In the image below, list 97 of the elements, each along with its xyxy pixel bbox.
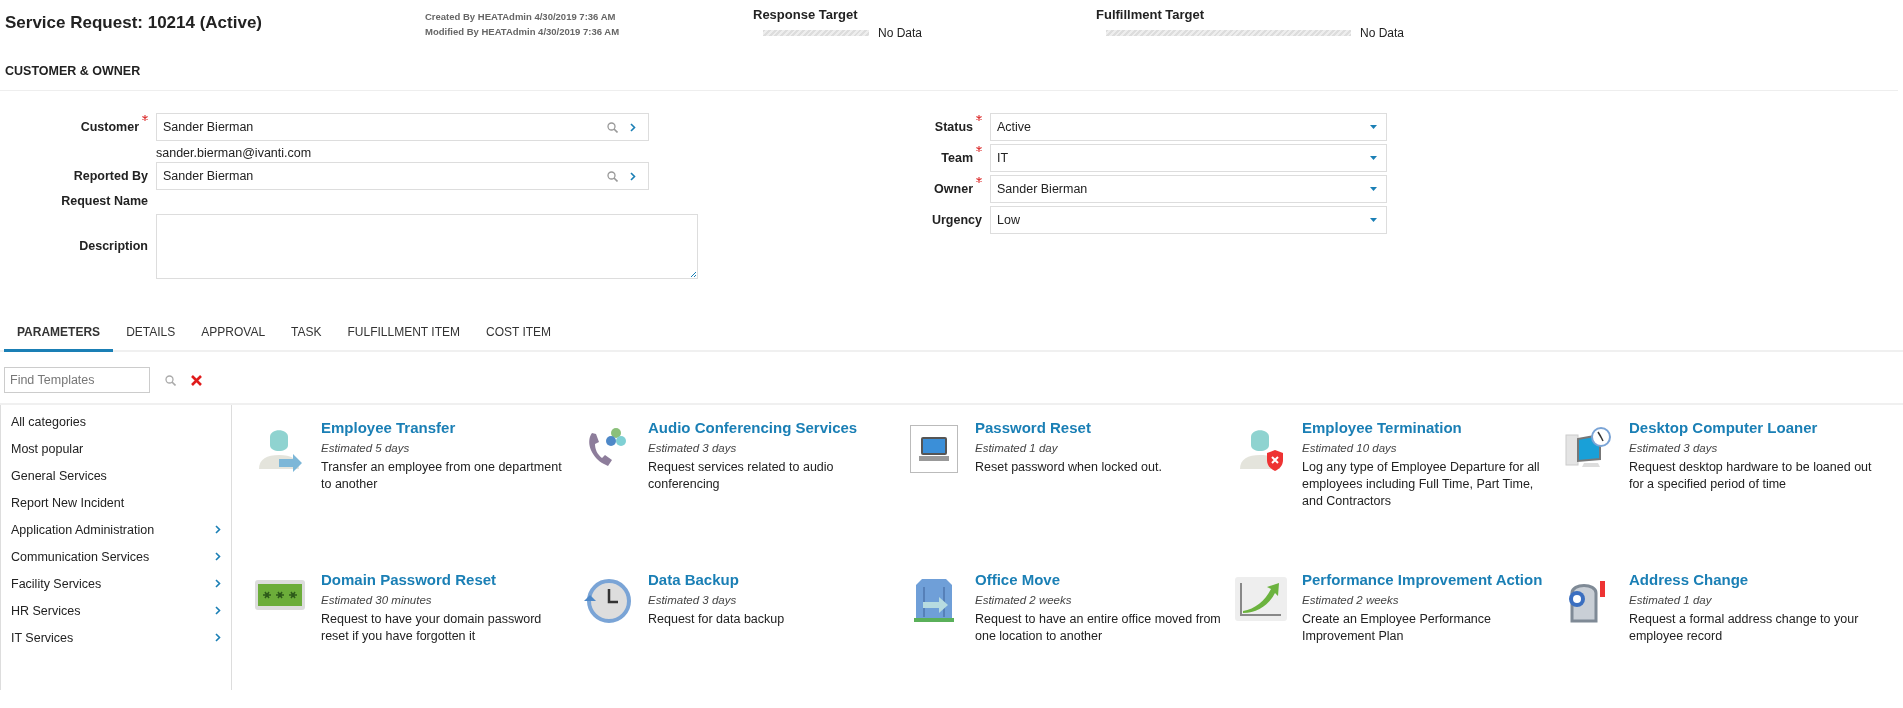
field-value: Sander Bierman <box>163 120 254 134</box>
resize-handle-icon[interactable] <box>691 272 696 277</box>
description-field[interactable] <box>156 214 698 279</box>
target-value: No Data <box>1360 26 1405 40</box>
field-label: Customer <box>80 120 139 134</box>
dropdown-caret-icon[interactable] <box>1370 156 1377 160</box>
field-label: Status <box>934 120 973 134</box>
chevron-right-icon[interactable] <box>215 579 221 588</box>
clock-icon <box>583 577 631 625</box>
tab[interactable]: APPROVAL <box>188 323 279 352</box>
template-estimate: Estimated 5 days <box>321 442 411 454</box>
target-label: Fulfillment Target <box>1096 7 1206 22</box>
template-description: Log any type of Employee Departure for all employees including Full Time, Part Time, and Contractors <box>1302 459 1541 510</box>
template-title[interactable]: Employee Transfer <box>321 419 571 436</box>
template-estimate: Estimated 2 weeks <box>975 594 1073 606</box>
dropdown-field[interactable]: IT <box>990 144 1387 172</box>
chevron-right-icon[interactable] <box>215 525 221 534</box>
category-item[interactable]: Facility Services <box>11 576 102 591</box>
field-label: Reported By <box>73 169 148 183</box>
target-label: Response Target <box>753 7 859 22</box>
field-label: Description <box>79 238 148 253</box>
category-item[interactable]: Application Administration <box>11 522 155 537</box>
dropdown-caret-icon[interactable] <box>1370 187 1377 191</box>
template-title[interactable]: Audio Conferencing Services <box>648 419 898 436</box>
template-description: Request to have an entire office moved from one location to another <box>975 611 1222 645</box>
template-estimate: Estimated 10 days <box>1302 442 1398 454</box>
tab[interactable]: FULFILLMENT ITEM <box>334 323 473 352</box>
search-icon[interactable] <box>607 170 618 182</box>
template-estimate: Estimated 1 day <box>1629 594 1713 606</box>
template-estimate: Estimated 2 weeks <box>1302 594 1400 606</box>
tab[interactable]: PARAMETERS <box>4 323 114 352</box>
template-description: Request services related to audio conferencing <box>648 459 835 493</box>
page-title: Service Request: 10214 (Active) <box>5 13 264 33</box>
monitor-icon <box>910 425 958 473</box>
template-title[interactable]: Performance Improvement Action <box>1302 571 1552 588</box>
template-description: Create an Employee Performance Improvement Plan <box>1302 611 1492 645</box>
password-icon <box>254 577 306 613</box>
field-value: Low <box>997 213 1020 227</box>
template-description: Request desktop hardware to be loaned out for a specified period of time <box>1629 459 1873 493</box>
modified-by-text: Modified By HEATAdmin 4/30/2019 7:36 AM <box>425 26 621 37</box>
category-item[interactable]: Report New Incident <box>11 495 125 510</box>
chevron-right-icon[interactable] <box>215 606 221 615</box>
field-label: Request Name <box>61 194 148 208</box>
dropdown-field[interactable]: Low <box>990 206 1387 234</box>
template-description: Transfer an employee from one department to another <box>321 459 563 493</box>
field-label: Team <box>941 151 973 165</box>
category-item[interactable]: General Services <box>11 468 107 483</box>
target-value: No Data <box>878 26 923 40</box>
template-estimate: Estimated 3 days <box>648 594 738 606</box>
search-field[interactable]: Find Templates <box>4 367 150 393</box>
dropdown-caret-icon[interactable] <box>1370 218 1377 222</box>
search-icon[interactable] <box>607 121 618 133</box>
created-by-text: Created By HEATAdmin 4/30/2019 7:36 AM <box>425 11 617 22</box>
lookup-field[interactable]: Sander Bierman <box>156 113 649 141</box>
dropdown-caret-icon[interactable] <box>1370 125 1377 129</box>
search-icon[interactable] <box>165 374 176 386</box>
chevron-right-icon[interactable] <box>215 633 221 642</box>
chevron-right-icon[interactable] <box>630 122 636 132</box>
template-title[interactable]: Data Backup <box>648 571 898 588</box>
dropdown-field[interactable]: Active <box>990 113 1387 141</box>
template-description: Request for data backup <box>648 611 786 628</box>
template-title[interactable]: Address Change <box>1629 571 1879 588</box>
building-icon <box>911 577 957 625</box>
chart-icon <box>1235 577 1287 621</box>
category-item[interactable]: All categories <box>11 414 87 429</box>
template-title[interactable]: Desktop Computer Loaner <box>1629 419 1879 436</box>
template-title[interactable]: Employee Termination <box>1302 419 1552 436</box>
template-title[interactable]: Password Reset <box>975 419 1225 436</box>
template-estimate: Estimated 30 minutes <box>321 594 433 606</box>
field-value: Sander Bierman <box>997 182 1088 196</box>
chevron-right-icon[interactable] <box>630 171 636 181</box>
category-item[interactable]: Most popular <box>11 441 84 456</box>
template-estimate: Estimated 1 day <box>975 442 1059 454</box>
field-value: IT <box>997 151 1009 165</box>
customer-email: sander.bierman@ivanti.com <box>156 145 313 160</box>
chevron-right-icon[interactable] <box>215 552 221 561</box>
field-value: Sander Bierman <box>163 169 254 183</box>
field-label: Urgency <box>931 213 982 227</box>
template-description: Request a formal address change to your employee record <box>1629 611 1860 645</box>
section-title: CUSTOMER & OWNER <box>0 64 1898 91</box>
lookup-field[interactable]: Sander Bierman <box>156 162 649 190</box>
template-title[interactable]: Office Move <box>975 571 1225 588</box>
template-title[interactable]: Domain Password Reset <box>321 571 571 588</box>
tab[interactable]: COST ITEM <box>473 323 565 352</box>
category-item[interactable]: HR Services <box>11 603 81 618</box>
clear-icon[interactable] <box>191 374 202 386</box>
template-description: Reset password when locked out. <box>975 459 1163 476</box>
dropdown-field[interactable]: Sander Bierman <box>990 175 1387 203</box>
field-value: Active <box>997 120 1032 134</box>
tab[interactable]: TASK <box>278 323 335 352</box>
field-label: Owner <box>934 182 973 196</box>
template-estimate: Estimated 3 days <box>648 442 738 454</box>
template-estimate: Estimated 3 days <box>1629 442 1719 454</box>
category-item[interactable]: Communication Services <box>11 549 150 564</box>
tab[interactable]: DETAILS <box>113 323 189 352</box>
category-item[interactable]: IT Services <box>11 630 74 645</box>
template-description: Request to have your domain password reset if you have forgotten it <box>321 611 543 645</box>
